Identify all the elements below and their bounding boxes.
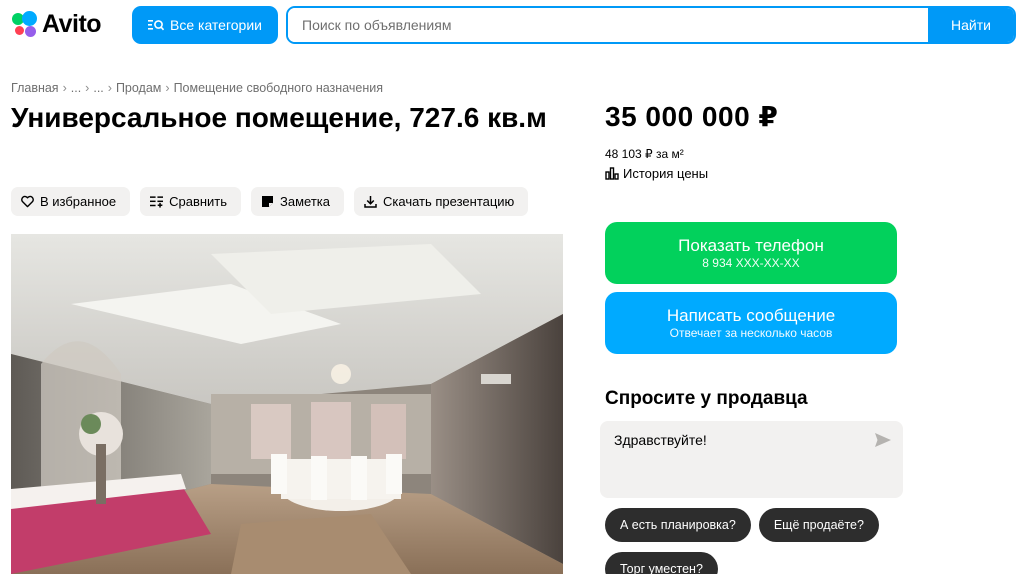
write-message-button[interactable]: Написать сообщение Отвечает за несколько… [605,292,897,354]
listing-photo[interactable] [11,234,563,574]
quick-question-chip[interactable]: Ещё продаёте? [758,508,879,542]
show-phone-button[interactable]: Показать телефон 8 934 XXX-XX-XX [605,222,897,284]
write-message-label: Написать сообщение [666,306,836,325]
note-icon [262,196,274,207]
quick-question-chip[interactable]: Торг уместен? [605,552,718,574]
ask-seller-message-field[interactable]: Здравствуйте! [600,421,903,498]
breadcrumb-item-collapsed[interactable]: ... [71,81,81,95]
download-label: Скачать презентацию [383,194,515,209]
compare-label: Сравнить [169,194,228,209]
breadcrumb-separator: › [85,81,90,95]
search-button[interactable]: Найти [928,8,1014,42]
phone-number: 8 934 XXX-XX-XX [702,256,800,270]
breadcrumb-separator: › [107,81,112,95]
breadcrumb-separator: › [62,81,67,95]
logo-text: Avito [42,9,102,38]
listing-title: Универсальное помещение, 727.6 кв.м [11,102,547,133]
search-input[interactable] [288,8,928,42]
ask-seller-heading: Спросите у продавца [605,388,808,409]
search-button-label: Найти [951,17,991,33]
download-icon [364,196,377,208]
breadcrumb: Главная › ... › ... › Продам › Помещение… [11,81,383,95]
breadcrumb-separator: › [165,81,170,95]
heart-icon [21,195,34,208]
compare-button[interactable]: Сравнить [140,187,242,216]
listing-actions: В избранное Сравнить Заметка Скачать пре… [11,187,529,216]
all-categories-button[interactable]: Все категории [132,6,278,44]
search-bar: Найти [286,6,1016,44]
avito-logo[interactable]: Avito [10,8,102,40]
download-presentation-button[interactable]: Скачать презентацию [354,187,529,216]
chart-icon [605,167,619,180]
logo-mark-icon [10,10,38,38]
quick-question-chip[interactable]: А есть планировка? [605,508,751,542]
price-history-link[interactable]: История цены [605,166,708,181]
listing-price: 35 000 000 ₽ [605,101,779,132]
ask-message-text: Здравствуйте! [614,432,707,448]
compare-icon [150,196,164,208]
breadcrumb-item-collapsed[interactable]: ... [93,81,103,95]
price-history-label: История цены [623,166,709,181]
all-categories-label: Все категории [170,17,262,33]
note-label: Заметка [280,194,331,209]
favorite-button[interactable]: В избранное [11,187,131,216]
note-button[interactable]: Заметка [251,187,345,216]
show-phone-label: Показать телефон [678,236,824,255]
search-list-icon [148,20,164,31]
quick-questions: А есть планировка? Ещё продаёте? Торг ум… [605,508,905,574]
breadcrumb-item-home[interactable]: Главная [11,81,59,95]
response-time: Отвечает за несколько часов [669,326,833,340]
hall-photo-image [11,234,563,574]
price-per-square-meter: 48 103 ₽ за м² [605,147,684,161]
send-icon[interactable] [875,433,891,447]
breadcrumb-item-category[interactable]: Помещение свободного назначения [174,81,383,95]
favorite-label: В избранное [40,194,117,209]
breadcrumb-item-sell[interactable]: Продам [116,81,161,95]
